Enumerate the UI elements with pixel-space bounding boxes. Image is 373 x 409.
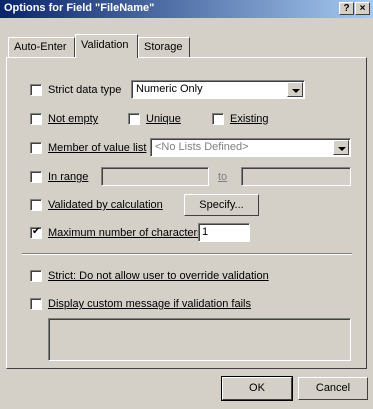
cancel-button[interactable]: Cancel <box>298 377 368 400</box>
custom-message-checkbox[interactable] <box>30 298 42 310</box>
strict-data-type-label[interactable]: Strict data type <box>48 84 121 96</box>
window-title: Options for Field "FileName" <box>4 2 155 14</box>
close-button[interactable]: × <box>355 2 370 15</box>
in-range-label[interactable]: In range <box>48 171 88 183</box>
chevron-down-icon[interactable] <box>333 140 349 155</box>
strict-override-checkbox[interactable] <box>30 270 42 282</box>
range-from-input[interactable] <box>101 167 209 186</box>
member-of-value-list-checkbox[interactable] <box>30 142 42 154</box>
member-of-value-list-label[interactable]: Member of value list <box>48 142 146 154</box>
range-to-label: to <box>218 171 228 183</box>
max-chars-label[interactable]: Maximum number of characters <box>48 227 203 239</box>
value-list-value: <No Lists Defined> <box>155 141 249 153</box>
chevron-down-icon[interactable] <box>287 82 303 97</box>
existing-checkbox[interactable] <box>212 113 224 125</box>
strict-data-type-dropdown[interactable]: Numeric Only <box>131 80 305 99</box>
not-empty-label[interactable]: Not empty <box>48 113 98 125</box>
ok-button[interactable]: OK <box>221 376 293 401</box>
in-range-checkbox[interactable] <box>30 171 42 183</box>
strict-data-type-checkbox[interactable] <box>30 84 42 96</box>
validated-by-calculation-checkbox[interactable] <box>30 199 42 211</box>
strict-data-type-value: Numeric Only <box>136 83 203 95</box>
help-button[interactable]: ? <box>339 2 354 15</box>
custom-message-label[interactable]: Display custom message if validation fai… <box>48 298 251 310</box>
tab-auto-enter[interactable]: Auto-Enter <box>8 37 75 57</box>
max-chars-input[interactable]: 1 <box>198 223 250 242</box>
not-empty-checkbox[interactable] <box>30 113 42 125</box>
unique-label[interactable]: Unique <box>146 113 181 125</box>
max-chars-checkbox[interactable] <box>30 226 42 239</box>
custom-message-textarea[interactable] <box>48 318 351 361</box>
unique-checkbox[interactable] <box>128 113 140 125</box>
value-list-dropdown[interactable]: <No Lists Defined> <box>150 138 351 157</box>
range-to-input[interactable] <box>241 167 351 186</box>
tab-storage[interactable]: Storage <box>138 37 190 57</box>
specify-button[interactable]: Specify... <box>184 194 259 216</box>
separator <box>22 253 352 255</box>
existing-label[interactable]: Existing <box>230 113 269 125</box>
strict-override-label[interactable]: Strict: Do not allow user to override va… <box>48 270 269 282</box>
validated-by-calculation-label[interactable]: Validated by calculation <box>48 199 163 211</box>
tab-validation[interactable]: Validation <box>75 34 138 58</box>
